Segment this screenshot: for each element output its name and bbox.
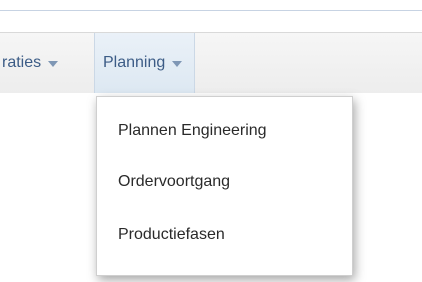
caret-down-icon xyxy=(172,61,183,67)
nav-item-planning[interactable]: Planning xyxy=(94,33,196,93)
menu-item-label: Productiefasen xyxy=(118,226,225,243)
menu-item-label: Ordervoortgang xyxy=(118,173,231,190)
menu-item-plannen-engineering[interactable]: Plannen Engineering xyxy=(97,111,352,151)
menu-item-label: Plannen Engineering xyxy=(118,122,267,139)
nav-item-operaties[interactable]: raties xyxy=(0,33,59,93)
top-strip xyxy=(0,0,422,11)
nav-item-label: raties xyxy=(2,54,42,71)
menu-item-ordervoortgang[interactable]: Ordervoortgang xyxy=(97,162,352,202)
nav-item-label: Planning xyxy=(103,54,166,71)
planning-dropdown-menu: Plannen Engineering Ordervoortgang Produ… xyxy=(96,96,353,276)
main-menu-bar: raties Planning xyxy=(0,32,422,93)
menu-item-productiefasen[interactable]: Productiefasen xyxy=(97,215,352,255)
caret-down-icon xyxy=(48,61,59,67)
